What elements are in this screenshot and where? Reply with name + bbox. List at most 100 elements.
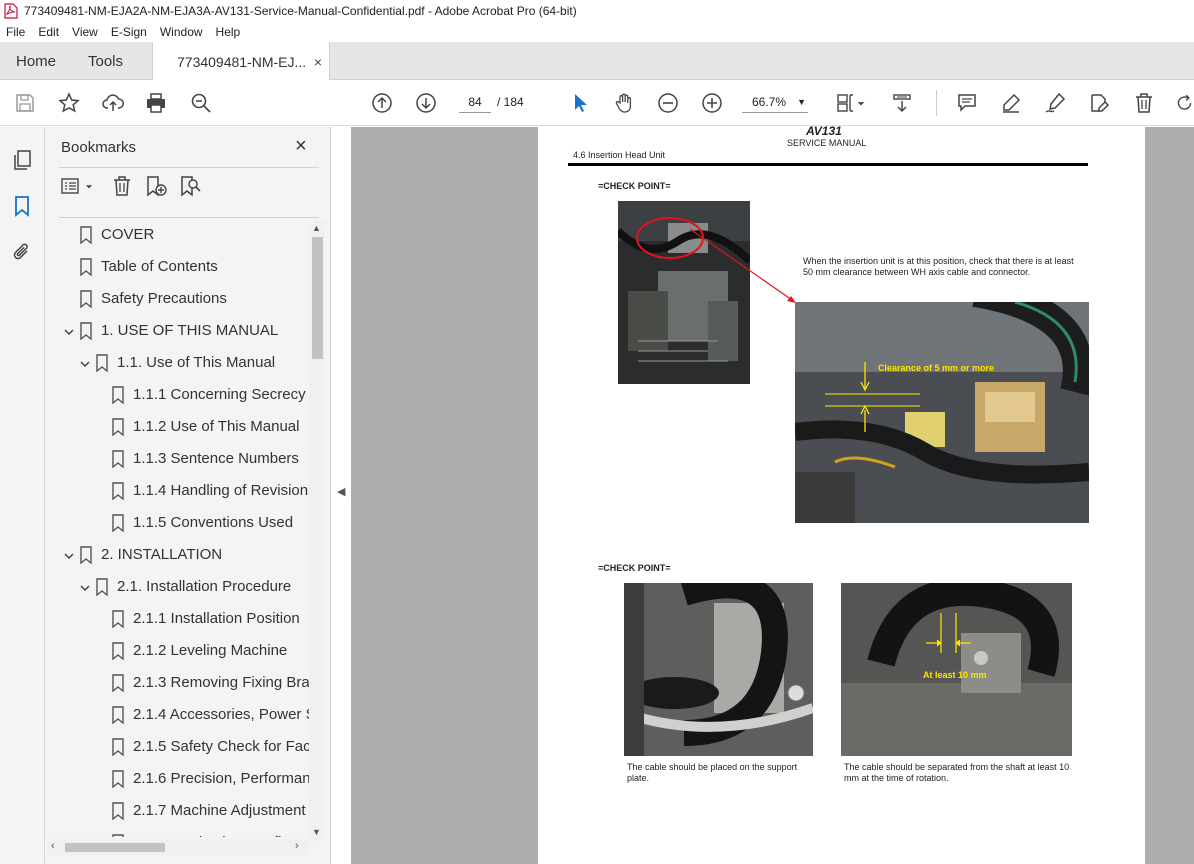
bookmark-item[interactable]: 1.1.5 Conventions Used [45,507,309,539]
zoom-level-select[interactable]: 66.7% ▼ [742,91,808,113]
scroll-down-arrow-icon[interactable]: ▼ [312,827,321,837]
zoom-search-icon[interactable] [189,91,213,115]
chevron-down-icon[interactable] [85,175,95,201]
bookmark-label: 2.1.6 Precision, Performanc [133,770,309,787]
upload-cloud-icon[interactable] [101,91,125,115]
scroll-up-arrow-icon[interactable]: ▲ [312,223,321,233]
bookmark-item[interactable]: 1.1.4 Handling of Revisions [45,475,309,507]
bookmark-item[interactable]: 1.1.1 Concerning Secrecy [45,379,309,411]
callout-arrow [689,228,796,303]
divider [59,167,319,168]
bookmark-item[interactable]: 2.1.7 Machine Adjustment [45,795,309,827]
menu-window[interactable]: Window [160,25,203,39]
comment-icon[interactable] [955,91,979,115]
bookmark-item[interactable]: 1. USE OF THIS MANUAL [45,315,309,347]
menu-help[interactable]: Help [216,25,241,39]
page-thumbnails-icon[interactable] [11,149,35,173]
toolbar-separator [936,90,937,116]
edit-pdf-icon[interactable] [1087,91,1111,115]
bookmark-icon [111,706,125,725]
bookmark-item[interactable]: 2.1.3 Removing Fixing Brac [45,667,309,699]
bookmark-icon [111,386,125,405]
tab-home[interactable]: Home [16,42,56,80]
bookmark-item[interactable]: COVER [45,219,309,251]
bookmark-icon [95,578,109,597]
check-note: When the insertion unit is at this posit… [803,256,1074,277]
bookmarks-title: Bookmarks [61,139,137,156]
scrollbar-thumb[interactable] [312,237,323,359]
bookmark-label: 1.1.1 Concerning Secrecy [133,386,306,403]
menu-esign[interactable]: E-Sign [111,25,147,39]
bookmark-item[interactable]: 1.1. Use of This Manual [45,347,309,379]
bookmark-panel-icon[interactable] [11,195,35,219]
next-page-icon[interactable] [414,91,438,115]
chevron-down-icon[interactable] [79,581,91,593]
bookmark-icon [79,546,93,565]
highlight-pen-icon[interactable] [999,91,1023,115]
horizontal-scrollbar[interactable]: ‹ › [47,839,309,855]
close-panel-icon[interactable]: × [295,135,307,158]
page-header-manual: SERVICE MANUAL [787,138,867,148]
previous-page-icon[interactable] [370,91,394,115]
page-number-input[interactable]: 84 [459,91,491,113]
new-bookmark-icon[interactable] [145,175,171,201]
print-icon[interactable] [144,91,168,115]
header-rule [568,163,1088,166]
bookmark-label: 1.1.2 Use of This Manual [133,418,300,435]
select-cursor-icon[interactable] [568,91,592,115]
bookmark-item[interactable]: Table of Contents [45,251,309,283]
zoom-out-icon[interactable] [656,91,680,115]
attachment-paperclip-icon[interactable] [11,241,35,265]
menu-edit[interactable]: Edit [38,25,59,39]
menu-file[interactable]: File [6,25,25,39]
star-icon[interactable] [57,91,81,115]
bookmark-item[interactable]: 2.1.2 Leveling Machine [45,635,309,667]
delete-bookmark-icon[interactable] [111,175,137,201]
bookmark-label: Table of Contents [101,258,218,275]
find-bookmark-icon[interactable] [179,175,205,201]
tab-tools[interactable]: Tools [88,42,123,80]
scrollbar-thumb[interactable] [65,843,165,852]
bookmark-item[interactable]: Safety Precautions [45,283,309,315]
scroll-right-arrow-icon[interactable]: › [295,840,299,852]
bookmark-item[interactable]: 2.1.4 Accessories, Power Su [45,699,309,731]
bookmark-label: 2.1. Installation Procedure [117,578,292,595]
scroll-mode-icon[interactable] [890,91,914,115]
save-icon[interactable] [13,91,37,115]
bookmark-item[interactable]: 2.1.8 Production Confirmati [45,827,309,837]
bookmark-item[interactable]: 2.1. Installation Procedure [45,571,309,603]
bookmark-item[interactable]: 2.1.5 Safety Check for Facto [45,731,309,763]
bookmark-item[interactable]: 2. INSTALLATION [45,539,309,571]
chevron-down-icon[interactable] [63,549,75,561]
bookmark-item[interactable]: 2.1.6 Precision, Performanc [45,763,309,795]
bookmark-options-icon[interactable] [59,175,85,201]
bookmark-item[interactable]: 2.1.1 Installation Position [45,603,309,635]
chevron-down-icon[interactable] [79,357,91,369]
hand-tool-icon[interactable] [612,91,636,115]
collapse-panel-arrow-icon[interactable]: ◀ [337,485,345,498]
bookmark-item[interactable]: 1.1.2 Use of This Manual [45,411,309,443]
menu-view[interactable]: View [72,25,98,39]
pdf-page: AV131 SERVICE MANUAL 4.6 Insertion Head … [538,124,1145,864]
chevron-down-icon[interactable] [855,91,867,115]
bookmark-icon [111,834,125,837]
bookmark-label: 2.1.7 Machine Adjustment [133,802,306,819]
chevron-down-icon[interactable] [63,325,75,337]
navigation-rail [0,127,45,864]
bookmark-icon [111,802,125,821]
rotate-icon[interactable] [1175,91,1194,115]
bookmark-icon [111,450,125,469]
machine-photo-clearance: Clearance of 5 mm or more [795,302,1089,523]
bookmark-tree: COVER Table of Contents Safety Precautions… [45,219,309,837]
sign-pen-icon[interactable] [1043,91,1067,115]
vertical-scrollbar[interactable]: ▲ ▼ [309,221,325,841]
scroll-left-arrow-icon[interactable]: ‹ [51,840,55,852]
delete-icon[interactable] [1132,91,1156,115]
bookmark-item[interactable]: 1.1.3 Sentence Numbers [45,443,309,475]
zoom-in-icon[interactable] [700,91,724,115]
caption-shaft-separation: The cable should be separated from the s… [844,762,1070,783]
tab-document[interactable]: 773409481-NM-EJ... × [152,42,330,81]
close-tab-icon[interactable]: × [314,54,322,70]
window-title: 773409481-NM-EJA2A-NM-EJA3A-AV131-Servic… [24,4,577,18]
bookmark-label: 1. USE OF THIS MANUAL [101,322,279,339]
